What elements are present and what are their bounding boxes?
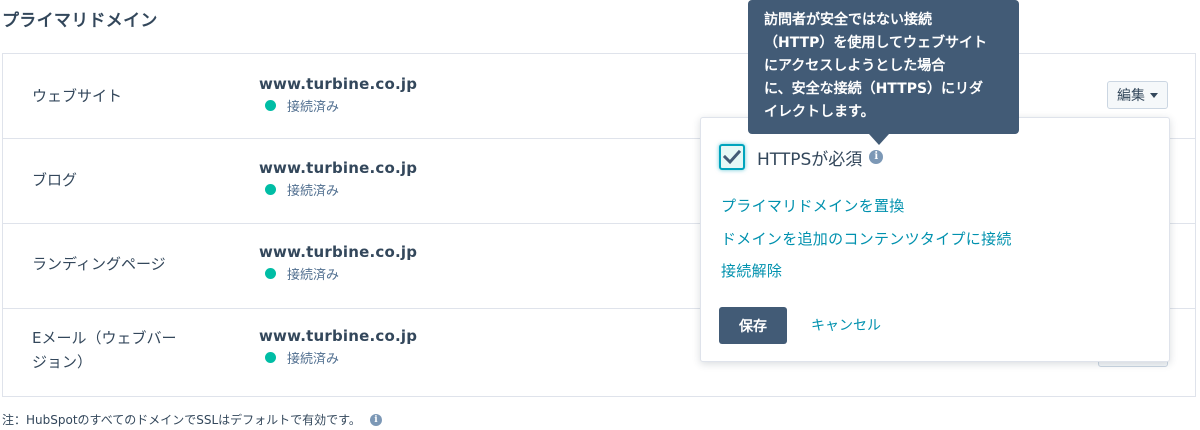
domain-name: www.turbine.co.jp	[259, 75, 418, 93]
tooltip-line: 訪問者が安全ではない接続	[764, 12, 932, 28]
ssl-footnote: 注：HubSpotのすべてのドメインでSSLはデフォルトで有効です。 i	[2, 411, 382, 428]
row-domain: www.turbine.co.jp 接続済み	[259, 326, 417, 367]
edit-dropdown-menu: HTTPSが必須 i プライマリドメインを置換 ドメインを追加のコンテンツタイプ…	[700, 117, 1170, 362]
status: 接続済み	[259, 348, 417, 367]
https-required-option: HTTPSが必須 i	[719, 144, 884, 170]
info-icon[interactable]: i	[869, 150, 884, 164]
cancel-button[interactable]: キャンセル	[811, 315, 881, 335]
status-dot-icon	[265, 352, 276, 363]
tooltip-arrow	[869, 134, 889, 145]
row-label: ウェブサイト	[32, 87, 123, 105]
row-label-line: ジョン）	[32, 353, 93, 371]
replace-primary-domain-link[interactable]: プライマリドメインを置換	[721, 195, 905, 216]
row-label: ランディングページ	[32, 255, 166, 273]
section-title: プライマリドメイン	[2, 11, 158, 31]
row-domain: www.turbine.co.jp 接続済み	[259, 242, 417, 283]
status-label: 接続済み	[287, 268, 340, 283]
status-dot-icon	[265, 100, 276, 111]
edit-button-label: 編集	[1117, 88, 1145, 104]
connect-additional-content-type-link[interactable]: ドメインを追加のコンテンツタイプに接続	[721, 228, 1012, 249]
tooltip-line: に、安全な接続（HTTPS）にリダ	[764, 81, 984, 97]
footnote-text: 注：HubSpotのすべてのドメインでSSLはデフォルトで有効です。	[2, 413, 361, 427]
status: 接続済み	[259, 264, 417, 283]
status-label: 接続済み	[287, 352, 340, 367]
row-label: Eメール（ウェブバー ジョン）	[32, 326, 212, 374]
info-icon[interactable]: i	[369, 413, 382, 426]
domain-name: www.turbine.co.jp	[259, 159, 418, 177]
status-label: 接続済み	[287, 184, 340, 199]
check-icon	[723, 149, 741, 165]
status-dot-icon	[265, 184, 276, 195]
tooltip-line: （HTTP）を使用してウェブサイト	[764, 35, 987, 51]
row-domain: www.turbine.co.jp 接続済み	[259, 158, 417, 199]
domain-name: www.turbine.co.jp	[259, 243, 418, 261]
disconnect-link[interactable]: 接続解除	[721, 260, 782, 281]
status-label: 接続済み	[287, 100, 340, 115]
chevron-down-icon	[1150, 92, 1158, 98]
https-required-label: HTTPSが必須	[757, 149, 863, 170]
https-required-checkbox[interactable]	[719, 144, 745, 170]
status: 接続済み	[259, 180, 417, 199]
https-info-tooltip: 訪問者が安全ではない接続 （HTTP）を使用してウェブサイト にアクセスしようと…	[748, 0, 1019, 134]
status: 接続済み	[259, 96, 417, 115]
tooltip-line: イレクトします。	[764, 104, 875, 120]
domain-settings-page: プライマリドメイン ウェブサイト www.turbine.co.jp 接続済み …	[0, 0, 1200, 430]
status-dot-icon	[265, 268, 276, 279]
save-button[interactable]: 保存	[719, 307, 787, 344]
row-label-line: Eメール（ウェブバー	[32, 329, 177, 347]
row-label: ブログ	[32, 171, 78, 189]
row-domain: www.turbine.co.jp 接続済み	[259, 74, 417, 115]
tooltip-line: にアクセスしようとした場合	[764, 58, 946, 74]
edit-button[interactable]: 編集	[1107, 81, 1168, 109]
domain-name: www.turbine.co.jp	[259, 327, 418, 345]
